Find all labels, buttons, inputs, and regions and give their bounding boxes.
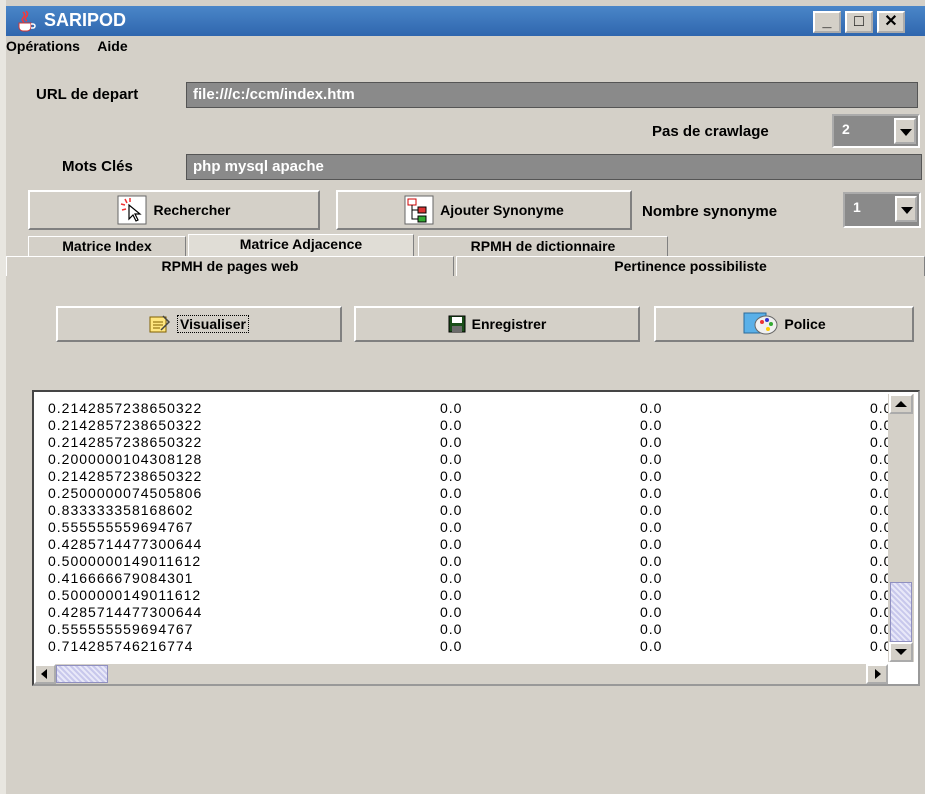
synonym-count-select[interactable]: 1 — [843, 192, 921, 228]
arrow-down-icon — [895, 649, 907, 655]
menu-bar: Opérations Aide — [6, 38, 142, 60]
matrix-cell: 0.2142857238650322 — [48, 434, 203, 450]
chevron-down-icon[interactable] — [895, 196, 917, 222]
save-label: Enregistrer — [471, 316, 547, 332]
minimize-button[interactable]: _ — [813, 11, 841, 33]
matrix-cell: 0.0 — [640, 519, 663, 535]
crawl-label: Pas de crawlage — [652, 123, 769, 140]
horizontal-scrollbar[interactable] — [34, 664, 888, 684]
matrix-cell: 0.0 — [640, 536, 663, 552]
notepad-icon — [149, 315, 171, 333]
search-button-label: Rechercher — [153, 202, 231, 218]
crawl-value: 2 — [842, 121, 850, 137]
add-synonym-button[interactable]: Ajouter Synonyme — [336, 190, 632, 230]
tab-matrice-adjacence[interactable]: Matrice Adjacence — [188, 234, 414, 256]
matrix-cell: 0.0 — [440, 519, 463, 535]
url-label: URL de depart — [36, 86, 139, 103]
scroll-down-button[interactable] — [889, 642, 913, 662]
matrix-cell: 0.2500000074505806 — [48, 485, 203, 501]
maximize-button[interactable]: □ — [845, 11, 873, 33]
matrix-cell: 0.0 — [440, 604, 463, 620]
arrow-right-icon — [875, 669, 881, 679]
scroll-left-button[interactable] — [34, 664, 56, 684]
matrix-cell: 0.0 — [440, 468, 463, 484]
matrix-cell: 0.0 — [640, 570, 663, 586]
title-bar[interactable]: SARIPOD _ □ ✕ — [6, 6, 925, 36]
tab-rpmh-dictionnaire[interactable]: RPMH de dictionnaire — [418, 236, 668, 256]
url-input[interactable]: file:///c:/ccm/index.htm — [186, 82, 918, 108]
visualize-label: Visualiser — [177, 315, 249, 333]
floppy-disk-icon — [448, 315, 466, 333]
vertical-scroll-thumb[interactable] — [890, 582, 912, 642]
menu-operations[interactable]: Opérations — [6, 38, 80, 54]
add-synonym-label: Ajouter Synonyme — [440, 202, 564, 218]
matrix-cell: 0.555555559694767 — [48, 621, 194, 637]
tab-rpmh-pages-web[interactable]: RPMH de pages web — [6, 256, 454, 276]
matrix-cell: 0.0 — [440, 451, 463, 467]
tab-matrice-index[interactable]: Matrice Index — [28, 236, 186, 256]
matrix-cell: 0.0 — [440, 638, 463, 654]
matrix-cell: 0.5000000149011612 — [48, 553, 202, 569]
matrix-cell: 0.0 — [640, 604, 663, 620]
matrix-cell: 0.5000000149011612 — [48, 587, 202, 603]
matrix-cell: 0.0 — [440, 536, 463, 552]
matrix-cell: 0.4285714477300644 — [48, 604, 203, 620]
font-label: Police — [784, 316, 826, 332]
matrix-cell: 0.0 — [640, 621, 663, 637]
matrix-cell: 0.0 — [440, 553, 463, 569]
matrix-cell: 0.0 — [640, 587, 663, 603]
matrix-cell: 0.0 — [440, 400, 463, 416]
tree-icon — [404, 195, 434, 225]
search-button[interactable]: Rechercher — [28, 190, 320, 230]
arrow-up-icon — [895, 401, 907, 407]
matrix-cell: 0.416666679084301 — [48, 570, 194, 586]
save-button[interactable]: Enregistrer — [354, 306, 640, 342]
visualize-button[interactable]: Visualiser — [56, 306, 342, 342]
java-cup-icon — [18, 10, 36, 32]
keywords-label: Mots Clés — [62, 158, 133, 175]
matrix-cell: 0.2142857238650322 — [48, 400, 203, 416]
horizontal-scroll-thumb[interactable] — [56, 665, 108, 683]
matrix-cell: 0.0 — [440, 485, 463, 501]
menu-aide[interactable]: Aide — [97, 38, 127, 54]
window-title: SARIPOD — [44, 10, 127, 30]
vertical-scrollbar[interactable] — [888, 394, 914, 662]
scroll-right-button[interactable] — [866, 664, 888, 684]
arrow-left-icon — [41, 669, 47, 679]
matrix-cell: 0.0 — [640, 417, 663, 433]
matrix-cell: 0.0 — [440, 434, 463, 450]
font-button[interactable]: Police — [654, 306, 914, 342]
matrix-cell: 0.714285746216774 — [48, 638, 194, 654]
matrix-cell: 0.4285714477300644 — [48, 536, 203, 552]
keywords-input[interactable]: php mysql apache — [186, 154, 922, 180]
close-button[interactable]: ✕ — [877, 11, 905, 33]
matrix-cell: 0.2142857238650322 — [48, 468, 203, 484]
matrix-cell: 0.0 — [440, 587, 463, 603]
crawl-select[interactable]: 2 — [832, 114, 920, 148]
matrix-cell: 0.0 — [440, 570, 463, 586]
synonym-count-value: 1 — [853, 199, 861, 215]
matrix-textarea[interactable]: 0.2142857238650322 0.0 0.0 0.0 0.21428572386… — [32, 390, 920, 686]
matrix-cell: 0.833333358168602 — [48, 502, 194, 518]
cursor-click-icon — [117, 195, 147, 225]
matrix-cell: 0.0 — [440, 621, 463, 637]
tab-pertinence-possibiliste[interactable]: Pertinence possibiliste — [456, 256, 925, 276]
palette-icon — [743, 312, 778, 335]
matrix-cell: 0.0 — [440, 502, 463, 518]
matrix-cell: 0.2000000104308128 — [48, 451, 203, 467]
matrix-cell: 0.0 — [640, 553, 663, 569]
matrix-cell: 0.0 — [640, 434, 663, 450]
matrix-cell: 0.0 — [640, 451, 663, 467]
matrix-cell: 0.2142857238650322 — [48, 417, 203, 433]
matrix-cell: 0.0 — [640, 485, 663, 501]
matrix-cell: 0.0 — [640, 638, 663, 654]
matrix-cell: 0.0 — [640, 502, 663, 518]
scroll-up-button[interactable] — [889, 394, 913, 414]
matrix-cell: 0.0 — [640, 400, 663, 416]
matrix-cell: 0.0 — [440, 417, 463, 433]
matrix-cell: 0.555555559694767 — [48, 519, 194, 535]
chevron-down-icon[interactable] — [894, 118, 916, 144]
synonym-count-label: Nombre synonyme — [642, 203, 778, 220]
matrix-cell: 0.0 — [640, 468, 663, 484]
